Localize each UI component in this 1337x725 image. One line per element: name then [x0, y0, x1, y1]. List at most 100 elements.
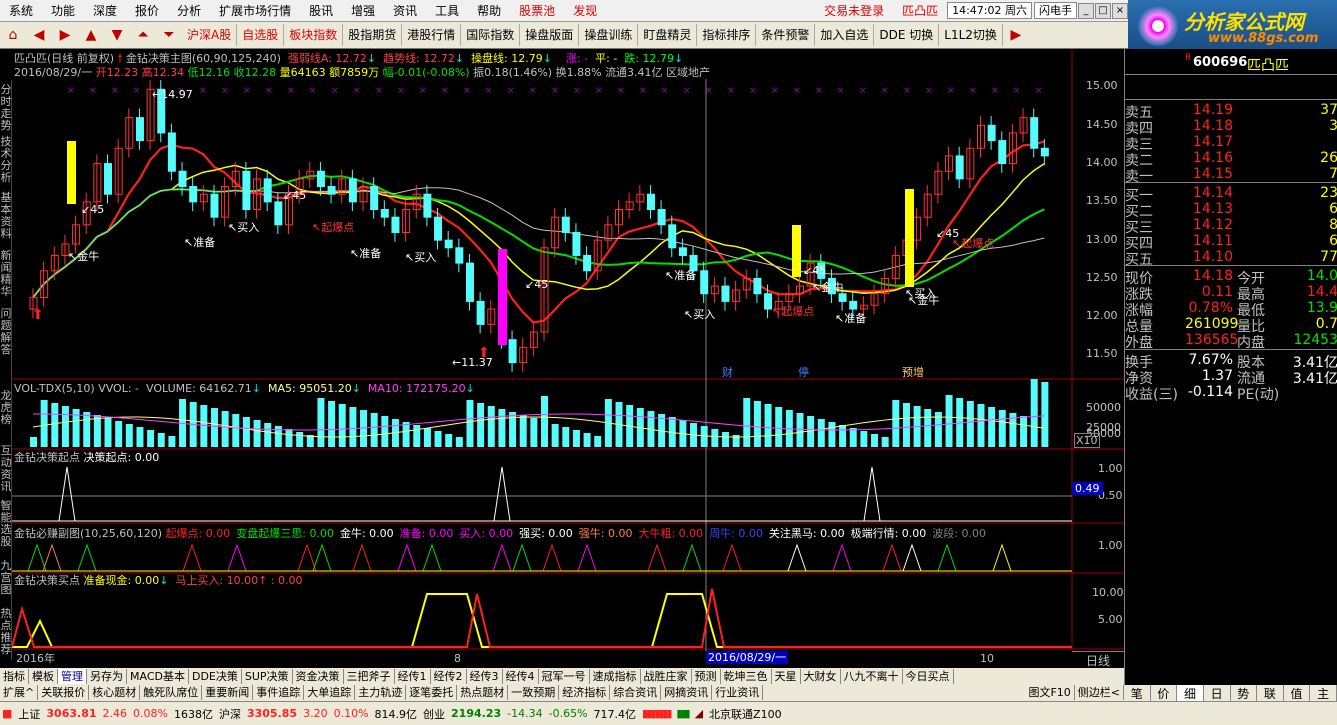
quote-tab[interactable]: 势: [1231, 685, 1258, 701]
quote-tab[interactable]: 价: [1151, 685, 1178, 701]
menu-info[interactable]: 资讯: [384, 2, 426, 19]
tab-1[interactable]: 模板: [29, 668, 58, 684]
side-tab-intraday[interactable]: 分时走势: [0, 84, 12, 132]
side-tab-toggle-1[interactable]: 侧边栏<: [1075, 685, 1124, 700]
side-tab-smart-pick[interactable]: 智能选股: [0, 500, 12, 548]
quote-tab[interactable]: 联: [1257, 685, 1284, 701]
tb-sh-sz-a[interactable]: 沪深A股: [182, 24, 238, 46]
sh-index-label[interactable]: 上证: [18, 706, 40, 722]
tab-9[interactable]: 热点题材: [457, 685, 509, 700]
menu-discover[interactable]: 发现: [564, 2, 606, 19]
login-status[interactable]: 交易未登录: [815, 2, 893, 19]
period-label[interactable]: 日线: [1072, 651, 1124, 668]
tab-10[interactable]: 经传2: [431, 668, 467, 684]
tab-11[interactable]: 经济指标: [559, 685, 611, 700]
tab-16[interactable]: 预测: [692, 668, 721, 684]
quote-tab[interactable]: 细: [1177, 685, 1204, 701]
maximize-icon[interactable]: □: [1095, 2, 1111, 19]
tab-5[interactable]: DDE决策: [189, 668, 242, 684]
side-tab-interactive[interactable]: 互动资讯: [0, 445, 12, 493]
volume-indicator-name[interactable]: VOL-TDX(5,10): [14, 382, 95, 395]
tab-17[interactable]: 乾坤三色: [721, 668, 772, 684]
hs-index-label[interactable]: 沪深: [219, 706, 241, 722]
tb-alert[interactable]: 条件预警: [756, 24, 816, 46]
tab-3[interactable]: 触死队席位: [140, 685, 203, 700]
cy-index-label[interactable]: 创业: [423, 706, 445, 722]
quote-tab[interactable]: 主: [1310, 685, 1337, 701]
tb-index-futures[interactable]: 股指期货: [343, 24, 403, 46]
side-tab-dragon-tiger[interactable]: 龙虎榜: [0, 390, 12, 426]
tab-5[interactable]: 事件追踪: [253, 685, 305, 700]
tab-11[interactable]: 经传3: [467, 668, 503, 684]
tab-4[interactable]: 重要新闻: [202, 685, 254, 700]
menu-system[interactable]: 系统: [0, 2, 42, 19]
menu-stock-news[interactable]: 股讯: [300, 2, 342, 19]
up-icon[interactable]: ▲: [80, 24, 102, 46]
main-indicator-name[interactable]: 金钻决策主图(60,90,125,240): [126, 52, 281, 65]
tab-6[interactable]: SUP决策: [242, 668, 293, 684]
tb-dde-switch[interactable]: DDE 切换: [874, 24, 940, 46]
tab-8[interactable]: 逐笔委托: [406, 685, 458, 700]
tab-13[interactable]: 冠军一号: [539, 668, 590, 684]
tab-14[interactable]: 速成指标: [590, 668, 641, 684]
tab-12[interactable]: 经传4: [503, 668, 539, 684]
menu-depth[interactable]: 深度: [84, 2, 126, 19]
tab-4[interactable]: MACD基本: [127, 668, 189, 684]
tab-13[interactable]: 网摘资讯: [661, 685, 713, 700]
event-suspend[interactable]: 停: [798, 366, 809, 379]
tab-18[interactable]: 天星: [772, 668, 801, 684]
menu-function[interactable]: 功能: [42, 2, 84, 19]
tb-intl-index[interactable]: 国际指数: [461, 24, 521, 46]
side-tab-qa[interactable]: 问题解答: [0, 308, 12, 356]
flash-trade-button[interactable]: 闪电手: [1034, 2, 1077, 19]
toolbar-scroll-right-icon[interactable]: ▶: [1005, 24, 1027, 46]
tab-9[interactable]: 经传1: [395, 668, 431, 684]
menu-tools[interactable]: 工具: [426, 2, 468, 19]
tb-layout[interactable]: 操盘版面: [520, 24, 580, 46]
tb-training[interactable]: 操盘训练: [579, 24, 639, 46]
menu-quote[interactable]: 报价: [126, 2, 168, 19]
menu-help[interactable]: 帮助: [468, 2, 510, 19]
tb-watchlist[interactable]: 自选股: [237, 24, 285, 46]
side-tab-basics[interactable]: 基本资料: [0, 192, 12, 240]
quote-tab[interactable]: 日: [1204, 685, 1231, 701]
tb-sector-index[interactable]: 板块指数: [284, 24, 344, 46]
tab-14[interactable]: 行业资讯: [712, 685, 764, 700]
tab-0[interactable]: 指标: [0, 668, 29, 684]
tab-1[interactable]: 关联报价: [38, 685, 90, 700]
side-tab-news[interactable]: 新闻精华: [0, 250, 12, 298]
tab-15[interactable]: 战胜庄家: [641, 668, 692, 684]
home-icon[interactable]: ⌂: [2, 24, 24, 46]
side-tab-toggle-0[interactable]: 图文F10: [1025, 685, 1075, 700]
event-profit-up[interactable]: 预增: [902, 366, 924, 379]
menu-ext-market[interactable]: 扩展市场行情: [210, 2, 300, 19]
menu-enhance[interactable]: 增强: [342, 2, 384, 19]
down-icon[interactable]: ▼: [106, 24, 128, 46]
menu-analysis[interactable]: 分析: [168, 2, 210, 19]
tab-6[interactable]: 大单追踪: [304, 685, 356, 700]
tab-20[interactable]: 八九不离十: [841, 668, 903, 684]
tab-10[interactable]: 一致预期: [508, 685, 560, 700]
tab-21[interactable]: 今日买点: [903, 668, 954, 684]
close-icon[interactable]: ×: [1112, 2, 1128, 19]
tab-12[interactable]: 综合资讯: [610, 685, 662, 700]
tab-2[interactable]: 管理: [58, 668, 87, 684]
event-earnings[interactable]: 财: [722, 366, 733, 379]
side-tab-technical[interactable]: 技术分析: [0, 136, 12, 184]
server-name[interactable]: 北京联通Z100: [709, 706, 782, 722]
tb-indicator-sort[interactable]: 指标排序: [697, 24, 757, 46]
quote-tab[interactable]: 笔: [1124, 685, 1151, 701]
page-down-icon[interactable]: ⏷: [158, 24, 180, 46]
side-tab-hot[interactable]: 热点推荐: [0, 608, 12, 656]
menu-stock-pool[interactable]: 股票池: [510, 2, 564, 19]
kline-chart-area[interactable]: × × × × × × × × × × × × × × × × × × × × × × × × × × × × × × × × × × × × × × × ×…: [12, 49, 1124, 651]
chart-canvas[interactable]: × × × × × × × × × × × × × × × × × × × × × × × × × × × × × × × × × × × × × × × ×…: [12, 49, 1124, 651]
tab-7[interactable]: 主力轨迹: [355, 685, 407, 700]
tab-8[interactable]: 三把斧子: [344, 668, 395, 684]
forward-icon[interactable]: ▶: [54, 24, 76, 46]
tab-2[interactable]: 核心题材: [89, 685, 141, 700]
tb-monitor[interactable]: 盯盘精灵: [638, 24, 698, 46]
tab-19[interactable]: 大财女: [801, 668, 841, 684]
quote-tab[interactable]: 值: [1284, 685, 1311, 701]
tb-l1l2-switch[interactable]: L1L2切换: [939, 24, 1003, 46]
